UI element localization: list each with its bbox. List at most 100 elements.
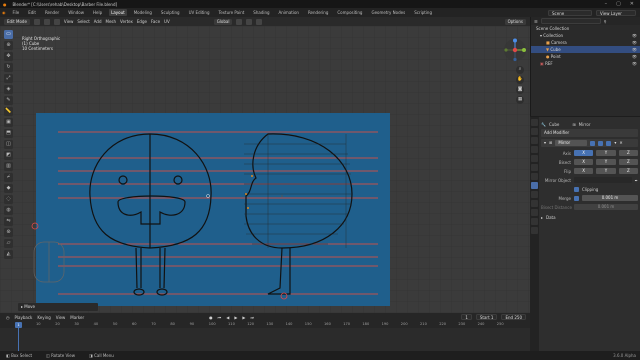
menu-add[interactable]: Add — [94, 19, 102, 24]
bisect-z-button[interactable]: Z — [618, 159, 638, 165]
menu-view[interactable]: View — [64, 19, 74, 24]
edge-select-icon[interactable] — [43, 18, 50, 25]
tab-uv-editing[interactable]: UV Editing — [187, 9, 212, 16]
flip-z-button[interactable]: Z — [618, 168, 638, 174]
render-tab-icon[interactable] — [531, 128, 538, 135]
snap-icon[interactable] — [246, 18, 253, 25]
blender-menu-icon[interactable]: ◉ — [2, 10, 6, 15]
record-button[interactable]: ● — [209, 315, 213, 320]
maximize-button[interactable]: ▢ — [616, 1, 621, 7]
scene-selector[interactable]: Scene — [548, 9, 592, 16]
tab-sculpting[interactable]: Sculpting — [159, 9, 182, 16]
scene-collection-row[interactable]: Scene Collection — [531, 25, 640, 32]
play-button[interactable]: ▶ — [234, 315, 237, 320]
menu-file[interactable]: File — [11, 9, 22, 16]
eyedropper-icon[interactable]: ✒ — [635, 178, 638, 183]
axis-z-button[interactable]: Z — [618, 150, 638, 156]
clipping-checkbox[interactable] — [574, 186, 579, 192]
add-modifier-button[interactable]: Add Modifier — [541, 129, 638, 137]
flip-y-button[interactable]: Y — [596, 168, 616, 174]
tab-modeling[interactable]: Modeling — [132, 9, 154, 16]
mirror-object-field[interactable] — [574, 177, 632, 183]
render-toggle-icon[interactable] — [606, 140, 612, 146]
end-frame-field[interactable]: End 250 — [501, 314, 526, 320]
close-button[interactable]: ✕ — [630, 1, 634, 7]
menu-playback[interactable]: Playback — [15, 315, 33, 320]
outliner-item-ref[interactable]: ▣ REF 👁 — [531, 60, 640, 67]
menu-vertex[interactable]: Vertex — [120, 19, 133, 24]
tab-compositing[interactable]: Compositing — [335, 9, 364, 16]
bisect-x-button[interactable]: X — [574, 159, 594, 165]
menu-timeline-view[interactable]: View — [56, 315, 66, 320]
pivot-icon[interactable] — [236, 18, 243, 25]
tab-shading[interactable]: Shading — [251, 9, 271, 16]
world-tab-icon[interactable] — [531, 164, 538, 171]
bisect-distance-field[interactable]: 0.001 m — [574, 204, 638, 210]
tab-layout[interactable]: Layout — [109, 9, 127, 16]
menu-render[interactable]: Render — [43, 9, 61, 16]
tab-geometry-nodes[interactable]: Geometry Nodes — [369, 9, 407, 16]
outliner-item-camera[interactable]: ■ Camera 👁 — [531, 39, 640, 46]
outliner-item-point[interactable]: ● Point 👁 — [531, 53, 640, 60]
menu-window[interactable]: Window — [66, 9, 86, 16]
tab-animation[interactable]: Animation — [277, 9, 301, 16]
modifier-name-field[interactable]: Mirror — [555, 140, 588, 146]
proportional-edit-icon[interactable] — [256, 18, 263, 25]
scene-tab-icon[interactable] — [531, 155, 538, 162]
orientation-selector[interactable]: Global — [213, 18, 233, 25]
current-frame-field[interactable]: 1 — [461, 314, 472, 320]
options-dropdown[interactable]: Options — [504, 18, 526, 25]
filter-icon[interactable]: ⚲ — [604, 19, 607, 24]
menu-help[interactable]: Help — [91, 9, 104, 16]
next-key-button[interactable]: ▶ — [242, 315, 245, 320]
jump-start-button[interactable]: ⏮ — [218, 315, 222, 320]
flip-x-button[interactable]: X — [574, 168, 594, 174]
tab-texture-paint[interactable]: Texture Paint — [216, 9, 246, 16]
physics-tab-icon[interactable] — [531, 200, 538, 207]
jump-end-button[interactable]: ⏭ — [250, 315, 254, 320]
menu-uv[interactable]: UV — [164, 19, 170, 24]
modifier-tab-icon[interactable] — [531, 182, 538, 189]
constraints-tab-icon[interactable] — [531, 209, 538, 216]
dropdown-chevron-icon[interactable]: ▾ — [614, 139, 616, 147]
timeline-editor-icon[interactable]: ◷ — [6, 315, 10, 320]
merge-checkbox[interactable] — [574, 195, 579, 201]
close-modifier-icon[interactable]: ✕ — [619, 139, 622, 147]
bisect-y-button[interactable]: Y — [596, 159, 616, 165]
menu-keying[interactable]: Keying — [37, 315, 50, 320]
mesh-overlay[interactable] — [0, 26, 530, 313]
outliner-item-cube[interactable]: ▼ Cube 👁 — [531, 46, 640, 53]
menu-marker[interactable]: Marker — [70, 315, 84, 320]
view-layer-selector[interactable]: View Layer — [596, 9, 636, 16]
axis-y-button[interactable]: Y — [596, 150, 616, 156]
edit-mode-toggle-icon[interactable] — [590, 140, 596, 146]
tool-tab-icon[interactable] — [531, 119, 538, 126]
tab-scripting[interactable]: Scripting — [412, 9, 434, 16]
tab-rendering[interactable]: Rendering — [306, 9, 330, 16]
material-tab-icon[interactable] — [531, 227, 538, 234]
menu-edit[interactable]: Edit — [26, 9, 38, 16]
outliner-search[interactable] — [540, 18, 601, 24]
view-layer-tab-icon[interactable] — [531, 146, 538, 153]
axis-x-button[interactable]: X — [574, 150, 594, 156]
object-tab-icon[interactable] — [531, 173, 538, 180]
menu-face[interactable]: Face — [151, 19, 160, 24]
last-operator-panel[interactable]: ▸ Move — [18, 303, 98, 311]
start-frame-field[interactable]: Start 1 — [475, 314, 498, 320]
mode-selector[interactable]: Edit Mode — [4, 18, 30, 25]
data-tab-icon[interactable] — [531, 218, 538, 225]
modifier-panel-header[interactable]: ▾ ⊞ Mirror ▾ ✕ — [541, 139, 638, 147]
output-tab-icon[interactable] — [531, 137, 538, 144]
particles-tab-icon[interactable] — [531, 191, 538, 198]
outliner-editor-icon[interactable]: ☰ — [534, 19, 538, 24]
menu-edge[interactable]: Edge — [137, 19, 147, 24]
menu-mesh[interactable]: Mesh — [106, 19, 117, 24]
prev-key-button[interactable]: ◀ — [226, 315, 229, 320]
outliner-item-collection[interactable]: ▾ Collection 👁 — [531, 32, 640, 39]
face-select-icon[interactable] — [53, 18, 60, 25]
data-panel-header[interactable]: ▸ Data — [541, 213, 638, 221]
vertex-select-icon[interactable] — [33, 18, 40, 25]
viewport-toggle-icon[interactable] — [598, 140, 604, 146]
merge-distance-field[interactable]: 0.001 m — [582, 195, 638, 201]
menu-select[interactable]: Select — [77, 19, 89, 24]
